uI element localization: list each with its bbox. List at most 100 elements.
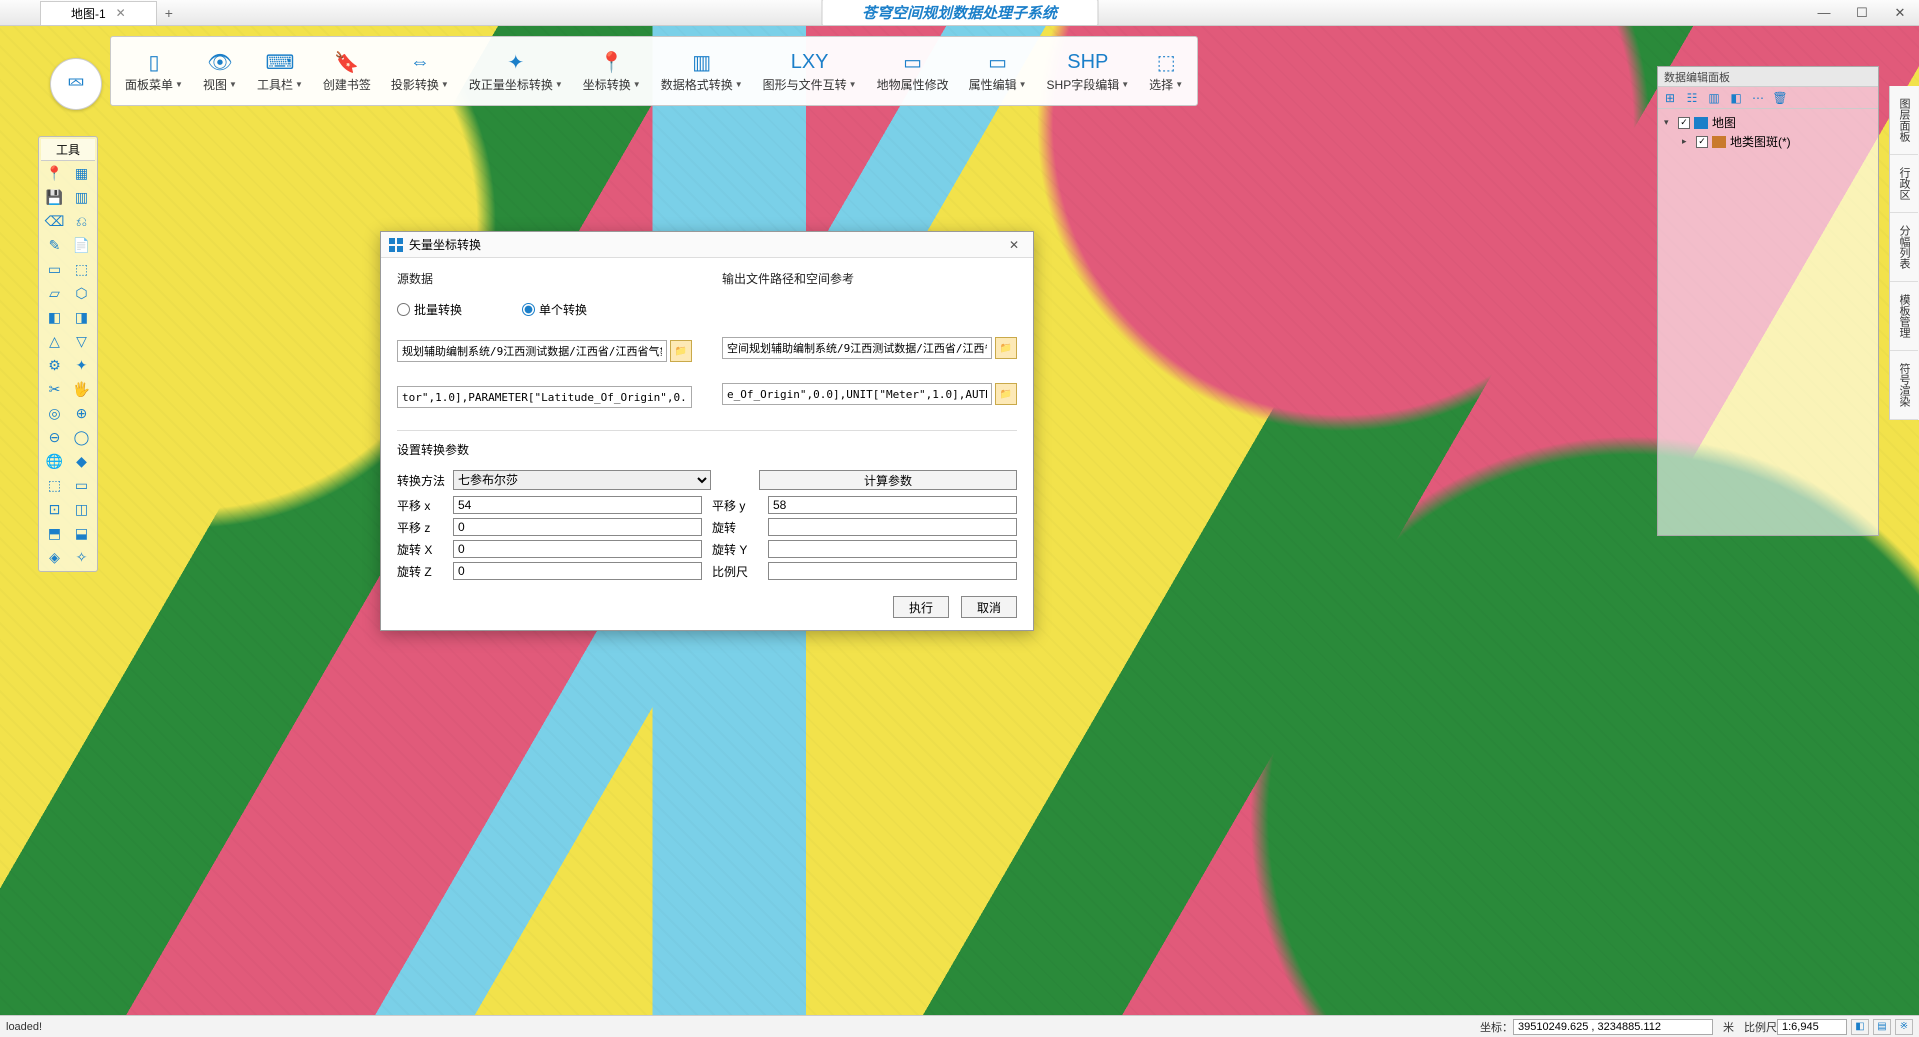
compass-widget[interactable]: ⮹ [50,58,102,110]
layer-tree-root[interactable]: ▾ ✓ 地图 [1664,113,1872,132]
input-px[interactable] [453,496,702,514]
ribbon-item-3[interactable]: 🔖创建书签 [313,46,381,97]
layer-more-icon[interactable]: ⋯ [1750,90,1766,106]
tool-cell-0[interactable]: 📍 [41,161,68,185]
cancel-button[interactable]: 取消 [961,596,1017,618]
tool-cell-15[interactable]: ▽ [68,329,95,353]
tool-cell-19[interactable]: 🖐 [68,377,95,401]
minimize-button[interactable]: — [1805,1,1843,25]
side-tab-4[interactable]: 符号渲染 [1890,351,1918,420]
layer-settings-icon[interactable]: ◧ [1728,90,1744,106]
checkbox-icon[interactable]: ✓ [1696,136,1708,148]
tool-cell-17[interactable]: ✦ [68,353,95,377]
input-ry[interactable] [768,540,1017,558]
tool-cell-11[interactable]: ⬡ [68,281,95,305]
input-py[interactable] [768,496,1017,514]
tool-cell-33[interactable]: ✧ [68,545,95,569]
calc-params-button[interactable]: 计算参数 [759,470,1017,490]
side-tab-2[interactable]: 分幅列表 [1890,213,1918,282]
tool-cell-26[interactable]: ⬚ [41,473,68,497]
ribbon-item-4[interactable]: ⇔投影转换 ▼ [381,46,459,97]
ribbon-item-12[interactable]: ⬚选择 ▼ [1139,46,1193,97]
browse-projection-button[interactable]: 📁 [995,383,1017,405]
dialog-close-button[interactable]: ✕ [1003,235,1025,255]
dialog-titlebar[interactable]: 矢量坐标转换 ✕ [381,232,1033,258]
tool-cell-13[interactable]: ◨ [68,305,95,329]
side-tab-3[interactable]: 模板管理 [1890,282,1918,351]
execute-button[interactable]: 执行 [893,596,949,618]
layer-group-icon[interactable]: ▥ [1706,90,1722,106]
layer-delete-icon[interactable]: 🗑 [1772,90,1788,106]
tool-cell-28[interactable]: ⊡ [41,497,68,521]
tool-cell-25[interactable]: ◆ [68,449,95,473]
source-path-input[interactable] [397,340,667,362]
input-scale[interactable] [768,562,1017,580]
collapse-icon[interactable]: ▾ [1664,117,1674,128]
tab-close-icon[interactable]: ✕ [116,6,126,20]
collapse-icon[interactable]: ▸ [1682,136,1692,147]
ribbon-item-7[interactable]: ▥数据格式转换 ▼ [651,46,753,97]
ribbon-item-11[interactable]: SHPSHP字段编辑 ▼ [1037,46,1140,97]
dropdown-caret-icon: ▼ [1175,80,1183,89]
tool-cell-3[interactable]: ▥ [68,185,95,209]
tool-cell-21[interactable]: ⊕ [68,401,95,425]
tool-cell-4[interactable]: ⌫ [41,209,68,233]
tool-cell-20[interactable]: ◎ [41,401,68,425]
new-tab-button[interactable]: + [157,5,181,21]
layer-tree-item[interactable]: ▸ ✓ 地类图斑(*) [1664,132,1872,151]
source-projection-input[interactable] [397,386,692,408]
radio-single[interactable]: 单个转换 [522,301,587,318]
input-rot[interactable] [768,518,1017,536]
tool-cell-12[interactable]: ◧ [41,305,68,329]
tool-cell-32[interactable]: ◈ [41,545,68,569]
tool-cell-30[interactable]: ⬒ [41,521,68,545]
browse-output-button[interactable]: 📁 [995,337,1017,359]
method-select[interactable]: 七参布尔莎 [453,470,711,490]
ribbon-item-0[interactable]: ▯面板菜单 ▼ [115,46,193,97]
input-rz[interactable] [453,562,702,580]
close-button[interactable]: ✕ [1881,1,1919,25]
coord-input[interactable] [1513,1019,1713,1035]
tool-cell-27[interactable]: ▭ [68,473,95,497]
checkbox-icon[interactable]: ✓ [1678,117,1690,129]
layer-list-icon[interactable]: ☷ [1684,90,1700,106]
ribbon-item-6[interactable]: 📍坐标转换 ▼ [573,46,651,97]
tool-cell-2[interactable]: 💾 [41,185,68,209]
tool-cell-23[interactable]: ◯ [68,425,95,449]
tool-cell-22[interactable]: ⊖ [41,425,68,449]
tool-cell-16[interactable]: ⚙ [41,353,68,377]
tool-cell-9[interactable]: ⬚ [68,257,95,281]
status-tool1-icon[interactable]: ◧ [1851,1019,1869,1035]
add-layer-icon[interactable]: ⊞ [1662,90,1678,106]
tool-cell-31[interactable]: ⬓ [68,521,95,545]
ribbon-item-8[interactable]: LXY图形与文件互转 ▼ [753,46,867,97]
tool-cell-6[interactable]: ✎ [41,233,68,257]
side-tab-1[interactable]: 行政区 [1890,155,1918,213]
ribbon-item-9[interactable]: ▭地物属性修改 [867,46,959,97]
tool-cell-18[interactable]: ✂ [41,377,68,401]
radio-batch[interactable]: 批量转换 [397,301,462,318]
output-projection-input[interactable] [722,383,992,405]
status-tool3-icon[interactable]: ※ [1895,1019,1913,1035]
tool-cell-5[interactable]: ⎌ [68,209,95,233]
output-path-input[interactable] [722,337,992,359]
document-tab[interactable]: 地图-1 ✕ [40,1,157,25]
tool-cell-14[interactable]: △ [41,329,68,353]
input-pz[interactable] [453,518,702,536]
scale-input[interactable] [1777,1019,1847,1035]
browse-source-button[interactable]: 📁 [670,340,692,362]
tool-cell-10[interactable]: ▱ [41,281,68,305]
status-tool2-icon[interactable]: ▤ [1873,1019,1891,1035]
side-tab-0[interactable]: 图层面板 [1890,86,1918,155]
tool-cell-8[interactable]: ▭ [41,257,68,281]
ribbon-item-10[interactable]: ▭属性编辑 ▼ [959,46,1037,97]
tool-cell-24[interactable]: 🌐 [41,449,68,473]
ribbon-item-2[interactable]: ⌨工具栏 ▼ [247,46,313,97]
tool-cell-7[interactable]: 📄 [68,233,95,257]
maximize-button[interactable]: ☐ [1843,1,1881,25]
tool-cell-29[interactable]: ◫ [68,497,95,521]
ribbon-item-1[interactable]: 👁视图 ▼ [193,46,247,97]
ribbon-item-5[interactable]: ✦改正量坐标转换 ▼ [459,46,573,97]
tool-cell-1[interactable]: ▦ [68,161,95,185]
input-rx[interactable] [453,540,702,558]
